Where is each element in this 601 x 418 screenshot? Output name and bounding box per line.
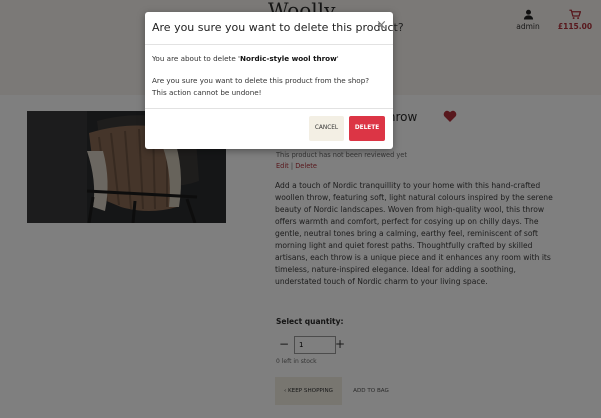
modal-header: Are you sure you want to delete this pro… (145, 12, 404, 45)
message-prefix: You are about to delete ' (152, 54, 241, 63)
message-suffix: ' (336, 54, 339, 63)
message-product-name: Nordic-style wool throw (240, 54, 337, 63)
modal-title: Are you sure you want to delete this pro… (152, 21, 404, 34)
delete-confirmation-modal: Are you sure you want to delete this pro… (145, 12, 404, 149)
modal-warning: Are you sure you want to delete this pro… (152, 76, 370, 97)
close-icon[interactable]: × (376, 19, 387, 32)
modal-message: You are about to delete 'Nordic-style wo… (152, 54, 339, 63)
cancel-button[interactable]: CANCEL (309, 116, 344, 141)
modal-footer-divider (145, 108, 393, 109)
delete-button[interactable]: DELETE (349, 116, 385, 141)
